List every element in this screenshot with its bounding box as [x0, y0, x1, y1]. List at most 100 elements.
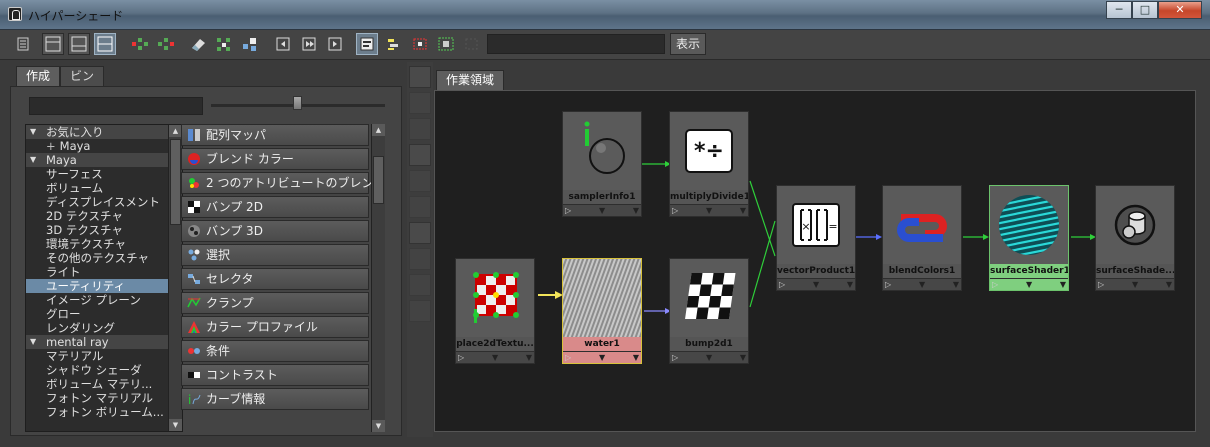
create-node-button[interactable]: 選択	[181, 244, 369, 266]
side-tool-7-icon[interactable]	[409, 222, 431, 244]
node-ports[interactable]: ▷ ▼ ▼	[670, 204, 748, 216]
node-ports[interactable]: ▷ ▼ ▼	[563, 351, 641, 363]
node-water1[interactable]: water1 ▷ ▼ ▼	[562, 258, 642, 364]
show-button[interactable]: 表示	[670, 33, 706, 55]
graph-input-output-icon[interactable]	[212, 33, 234, 55]
side-tool-10-icon[interactable]	[409, 300, 431, 322]
curve-info-icon: i	[188, 393, 201, 406]
work-area-canvas[interactable]: samplerInfo1 ▷ ▼ ▼ *÷ multiplyDivide1 ▷ ▼ ▼ …	[434, 90, 1196, 432]
tree-item[interactable]: シャドウ シェーダ	[26, 363, 182, 377]
rearrange-graph-icon[interactable]	[238, 33, 260, 55]
node-surfaceShader1[interactable]: surfaceShader1 ▷ ▼ ▼	[989, 185, 1069, 291]
node-list-icon[interactable]	[382, 33, 404, 55]
tree-item[interactable]: フォトン マテリアル	[26, 391, 182, 405]
create-node-button[interactable]: バンプ 2D	[181, 196, 369, 218]
expand-plus-icon[interactable]: +	[46, 139, 56, 153]
create-node-button[interactable]: セレクタ	[181, 268, 369, 290]
side-tool-8-icon[interactable]	[409, 248, 431, 270]
scroll-thumb[interactable]	[373, 156, 384, 204]
tree-item[interactable]: ユーティリティ	[26, 279, 182, 293]
tree-item[interactable]: 2D テクスチャ	[26, 209, 182, 223]
node-filter-input[interactable]	[29, 97, 203, 115]
scroll-up-icon[interactable]: ▲	[372, 124, 385, 136]
toolbar-search-input[interactable]	[487, 34, 665, 54]
node-list-scrollbar[interactable]: ▲ ▼	[371, 124, 385, 432]
tree-item[interactable]: レンダリング	[26, 321, 182, 335]
maximize-button[interactable]: □	[1132, 1, 1158, 19]
create-node-button[interactable]: クランプ	[181, 292, 369, 314]
tree-item[interactable]: フォトン ボリューム...	[26, 405, 182, 419]
tree-category-header[interactable]: Maya	[26, 153, 182, 167]
node-ports[interactable]: ▷ ▼ ▼	[456, 351, 534, 363]
node-vectorProduct1[interactable]: × = vectorProduct1 ▷ ▼ ▼	[776, 185, 856, 291]
graph-upstream-icon[interactable]	[128, 33, 150, 55]
node-blendColors1[interactable]: blendColors1 ▷ ▼ ▼	[882, 185, 962, 291]
layout-bottom-tabs-icon[interactable]	[68, 33, 90, 55]
tree-item[interactable]: 3D テクスチャ	[26, 223, 182, 237]
tab-create[interactable]: 作成	[16, 66, 60, 86]
tab-right-icon[interactable]	[324, 33, 346, 55]
node-multiplyDivide1[interactable]: *÷ multiplyDivide1 ▷ ▼ ▼	[669, 111, 749, 217]
side-tool-3-icon[interactable]	[409, 118, 431, 140]
minimize-button[interactable]: ─	[1106, 1, 1132, 19]
node-ports[interactable]: ▷ ▼ ▼	[563, 204, 641, 216]
tree-item[interactable]: ボリューム マテリ...	[26, 377, 182, 391]
tree-item[interactable]: 環境テクスチャ	[26, 237, 182, 251]
hypershade-menu-icon[interactable]	[12, 33, 34, 55]
frame-selected-icon[interactable]	[408, 33, 430, 55]
close-button[interactable]: ✕	[1158, 1, 1202, 19]
node-label: surfaceShader1	[990, 264, 1068, 278]
node-ports[interactable]: ▷ ▼ ▼	[883, 278, 961, 290]
side-tool-2-icon[interactable]	[409, 92, 431, 114]
swatch-display-icon[interactable]	[356, 33, 378, 55]
node-ports[interactable]: ▷ ▼ ▼	[670, 351, 748, 363]
tab-left-icon[interactable]	[272, 33, 294, 55]
tree-item[interactable]: イメージ プレーン	[26, 293, 182, 307]
node-place2dTexture[interactable]: place2dTextu... ▷ ▼ ▼	[455, 258, 535, 364]
side-tool-6-icon[interactable]	[409, 196, 431, 218]
tree-category-header[interactable]: mental ray	[26, 335, 182, 349]
create-node-button[interactable]: 2 つのアトリビュートのブレンド	[181, 172, 385, 194]
node-ports[interactable]: ▷ ▼ ▼	[990, 278, 1068, 290]
wire-multiply-to-vector[interactable]	[749, 180, 776, 257]
create-node-button[interactable]: i カーブ情報	[181, 388, 369, 410]
layout-top-tabs-icon[interactable]	[42, 33, 64, 55]
tree-category-header[interactable]: お気に入り	[26, 125, 182, 139]
frame-all-icon[interactable]	[434, 33, 456, 55]
tree-item[interactable]: サーフェス	[26, 167, 182, 181]
icon-size-slider-handle[interactable]	[293, 96, 302, 110]
scroll-down-icon[interactable]: ▼	[372, 420, 385, 432]
tree-item[interactable]: ボリューム	[26, 181, 182, 195]
tree-item[interactable]: その他のテクスチャ	[26, 251, 182, 265]
node-ports[interactable]: ▷ ▼ ▼	[1096, 278, 1174, 290]
node-surfaceShaderSG[interactable]: surfaceShade... ▷ ▼ ▼	[1095, 185, 1175, 291]
tree-item[interactable]: ライト	[26, 265, 182, 279]
create-node-button[interactable]: コントラスト	[181, 364, 369, 386]
create-node-button[interactable]: 条件	[181, 340, 369, 362]
side-tool-4-icon[interactable]	[409, 144, 431, 166]
clear-graph-eraser-icon[interactable]	[186, 33, 208, 55]
tree-item[interactable]: グロー	[26, 307, 182, 321]
tab-bin[interactable]: ビン	[60, 66, 104, 86]
side-tool-5-icon[interactable]	[409, 170, 431, 192]
node-ports[interactable]: ▷ ▼ ▼	[777, 278, 855, 290]
layout-both-tabs-icon[interactable]	[94, 33, 116, 55]
create-node-button[interactable]: ブレンド カラー	[181, 148, 369, 170]
node-samplerInfo1[interactable]: samplerInfo1 ▷ ▼ ▼	[562, 111, 642, 217]
side-tool-9-icon[interactable]	[409, 274, 431, 296]
category-tree-scrollbar[interactable]: ▲ ▼	[168, 125, 182, 431]
graph-downstream-icon[interactable]	[154, 33, 176, 55]
tab-move-icon[interactable]	[298, 33, 320, 55]
tree-item-label: ボリューム	[46, 181, 104, 195]
create-node-button[interactable]: バンプ 3D	[181, 220, 369, 242]
tab-work-area[interactable]: 作業領域	[436, 70, 504, 90]
wire-bump-to-vector[interactable]	[749, 220, 776, 308]
create-node-button[interactable]: 配列マッパ	[181, 124, 369, 146]
scroll-thumb[interactable]	[170, 139, 181, 225]
side-tool-1-icon[interactable]	[409, 66, 431, 88]
tree-item[interactable]: ディスプレイスメント	[26, 195, 182, 209]
tree-item[interactable]: + Maya	[26, 139, 182, 153]
tree-item[interactable]: マテリアル	[26, 349, 182, 363]
node-bump2d1[interactable]: bump2d1 ▷ ▼ ▼	[669, 258, 749, 364]
create-node-button[interactable]: カラー プロファイル	[181, 316, 369, 338]
